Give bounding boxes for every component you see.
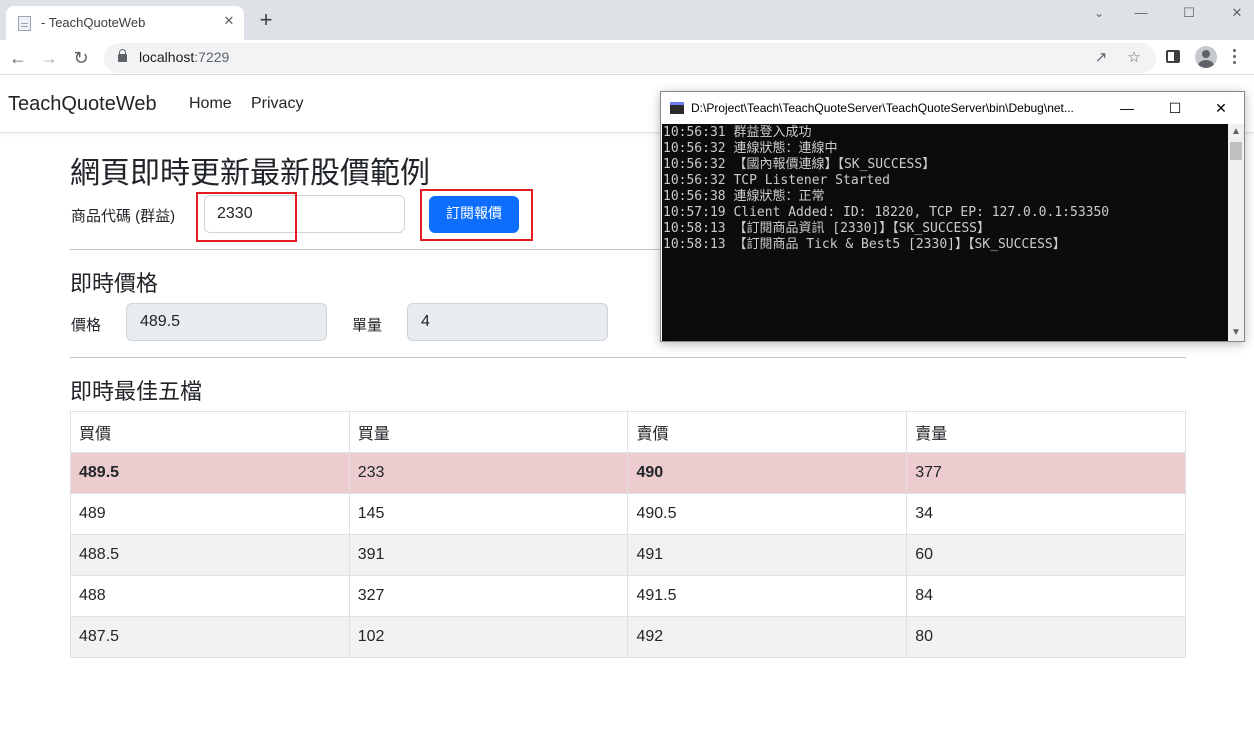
bid-qty-cell: 145 — [348, 493, 629, 535]
symbol-label: 商品代碼 (群益) — [71, 208, 176, 225]
bid-qty-cell: 102 — [348, 616, 629, 658]
console-lines: 10:56:31 群益登入成功 10:56:32 連線狀態：連線中 10:56:… — [663, 125, 1109, 253]
lock-icon[interactable] — [118, 49, 127, 62]
nav-link-home[interactable]: Home — [189, 95, 232, 113]
tab-title: - TeachQuoteWeb — [41, 15, 146, 30]
price-label: 價格 — [71, 317, 102, 334]
table-row: 489 145 490.5 34 — [70, 493, 1186, 535]
bid-qty-cell: 391 — [348, 534, 629, 576]
page-favicon-icon — [18, 16, 31, 31]
bid-qty-cell: 233 — [348, 452, 629, 494]
browser-toolbar: ← → ↻ localhost:7229 ↗ ☆ — [0, 40, 1254, 75]
back-arrow-icon[interactable]: ← — [4, 44, 32, 72]
scroll-thumb[interactable] — [1230, 142, 1242, 160]
new-tab-icon[interactable]: + — [255, 8, 277, 32]
page-title: 網頁即時更新最新股價範例 — [70, 157, 430, 190]
reload-icon[interactable]: ↻ — [67, 44, 95, 72]
browser-tab-strip: - TeachQuoteWeb ✕ + ⌄ — ☐ ✕ — [0, 0, 1254, 40]
console-app-icon — [670, 102, 684, 114]
console-line: 10:56:32 連線狀態：連線中 — [663, 141, 838, 156]
bid-price-cell: 488.5 — [70, 534, 350, 576]
best5-table: 買價 買量 賣價 賣量 489.5 233 490 377 489 145 49… — [70, 411, 1186, 658]
bid-price-cell: 488 — [70, 575, 350, 617]
minimize-icon[interactable]: — — [1118, 2, 1164, 24]
bid-qty-cell: 327 — [348, 575, 629, 617]
more-menu-icon[interactable] — [1233, 47, 1237, 67]
ask-qty-cell: 80 — [906, 616, 1186, 658]
table-header-row: 買價 買量 賣價 賣量 — [70, 411, 1186, 453]
bid-price-cell: 489.5 — [70, 452, 350, 494]
console-line: 10:56:38 連線狀態：正常 — [663, 189, 825, 204]
console-line: 10:56:32 【國內報價連線】【SK_SUCCESS】 — [663, 157, 936, 172]
share-icon[interactable]: ↗ — [1090, 47, 1112, 69]
console-window[interactable]: D:\Project\Teach\TeachQuoteServer\TeachQ… — [660, 91, 1245, 342]
ask-price-cell: 492 — [627, 616, 908, 658]
side-panel-icon[interactable] — [1166, 50, 1180, 63]
console-output[interactable]: 10:56:31 群益登入成功 10:56:32 連線狀態：連線中 10:56:… — [662, 124, 1228, 341]
console-scrollbar[interactable]: ▲ ▼ — [1228, 124, 1244, 341]
table-row: 487.5 102 492 80 — [70, 616, 1186, 658]
realtime-price-heading: 即時價格 — [70, 271, 159, 296]
console-title: D:\Project\Teach\TeachQuoteServer\TeachQ… — [691, 101, 1074, 115]
column-header-bid-price: 買價 — [70, 411, 350, 453]
ask-qty-cell: 377 — [906, 452, 1186, 494]
console-line: 10:57:19 Client Added: ID: 18220, TCP EP… — [663, 205, 1110, 220]
ask-price-cell: 490.5 — [627, 493, 908, 535]
address-bar[interactable]: localhost:7229 ↗ ☆ — [104, 43, 1156, 73]
table-row: 488 327 491.5 84 — [70, 575, 1186, 617]
star-icon[interactable]: ☆ — [1123, 47, 1145, 69]
tab-search-chevron-icon[interactable]: ⌄ — [1088, 2, 1110, 24]
nav-link-privacy[interactable]: Privacy — [251, 95, 303, 113]
ask-qty-cell: 34 — [906, 493, 1186, 535]
window-close-icon[interactable]: ✕ — [1214, 2, 1254, 24]
price-field: 489.5 — [126, 303, 327, 341]
bid-price-cell: 487.5 — [70, 616, 350, 658]
browser-tab[interactable]: - TeachQuoteWeb ✕ — [6, 6, 244, 40]
tab-close-icon[interactable]: ✕ — [220, 12, 238, 30]
console-line: 10:56:31 群益登入成功 — [663, 125, 812, 140]
ask-price-cell: 491 — [627, 534, 908, 576]
best5-heading: 即時最佳五檔 — [70, 379, 203, 404]
console-minimize-icon[interactable]: — — [1109, 96, 1145, 120]
ask-qty-cell: 60 — [906, 534, 1186, 576]
column-header-bid-qty: 買量 — [348, 411, 629, 453]
console-line: 10:58:13 【訂閱商品 Tick & Best5 [2330]】【SK_S… — [663, 237, 1066, 252]
url-port: :7229 — [194, 49, 230, 65]
console-titlebar[interactable]: D:\Project\Teach\TeachQuoteServer\TeachQ… — [661, 92, 1244, 124]
url-text[interactable]: localhost:7229 — [139, 49, 229, 65]
table-row: 489.5 233 490 377 — [70, 452, 1186, 494]
console-line: 10:58:13 【訂閱商品資訊 [2330]】【SK_SUCCESS】 — [663, 221, 990, 236]
ask-price-cell: 491.5 — [627, 575, 908, 617]
ask-price-cell: 490 — [627, 452, 908, 494]
table-row: 488.5 391 491 60 — [70, 534, 1186, 576]
console-maximize-icon[interactable]: ☐ — [1157, 96, 1193, 120]
profile-icon[interactable] — [1195, 46, 1217, 68]
divider — [70, 357, 1186, 358]
scroll-down-icon[interactable]: ▼ — [1228, 325, 1244, 341]
scroll-up-icon[interactable]: ▲ — [1228, 124, 1244, 140]
forward-arrow-icon[interactable]: → — [35, 44, 63, 72]
volume-label: 單量 — [352, 317, 383, 334]
volume-field: 4 — [407, 303, 608, 341]
site-brand-link[interactable]: TeachQuoteWeb — [8, 93, 157, 116]
url-host: localhost — [139, 49, 195, 65]
console-close-icon[interactable]: ✕ — [1203, 96, 1239, 120]
console-line: 10:56:32 TCP Listener Started — [663, 173, 890, 188]
input-highlight-box — [196, 192, 297, 242]
bid-price-cell: 489 — [70, 493, 350, 535]
column-header-ask-qty: 賣量 — [906, 411, 1186, 453]
button-highlight-box — [420, 189, 533, 241]
ask-qty-cell: 84 — [906, 575, 1186, 617]
column-header-ask-price: 賣價 — [627, 411, 908, 453]
maximize-icon[interactable]: ☐ — [1166, 2, 1212, 24]
